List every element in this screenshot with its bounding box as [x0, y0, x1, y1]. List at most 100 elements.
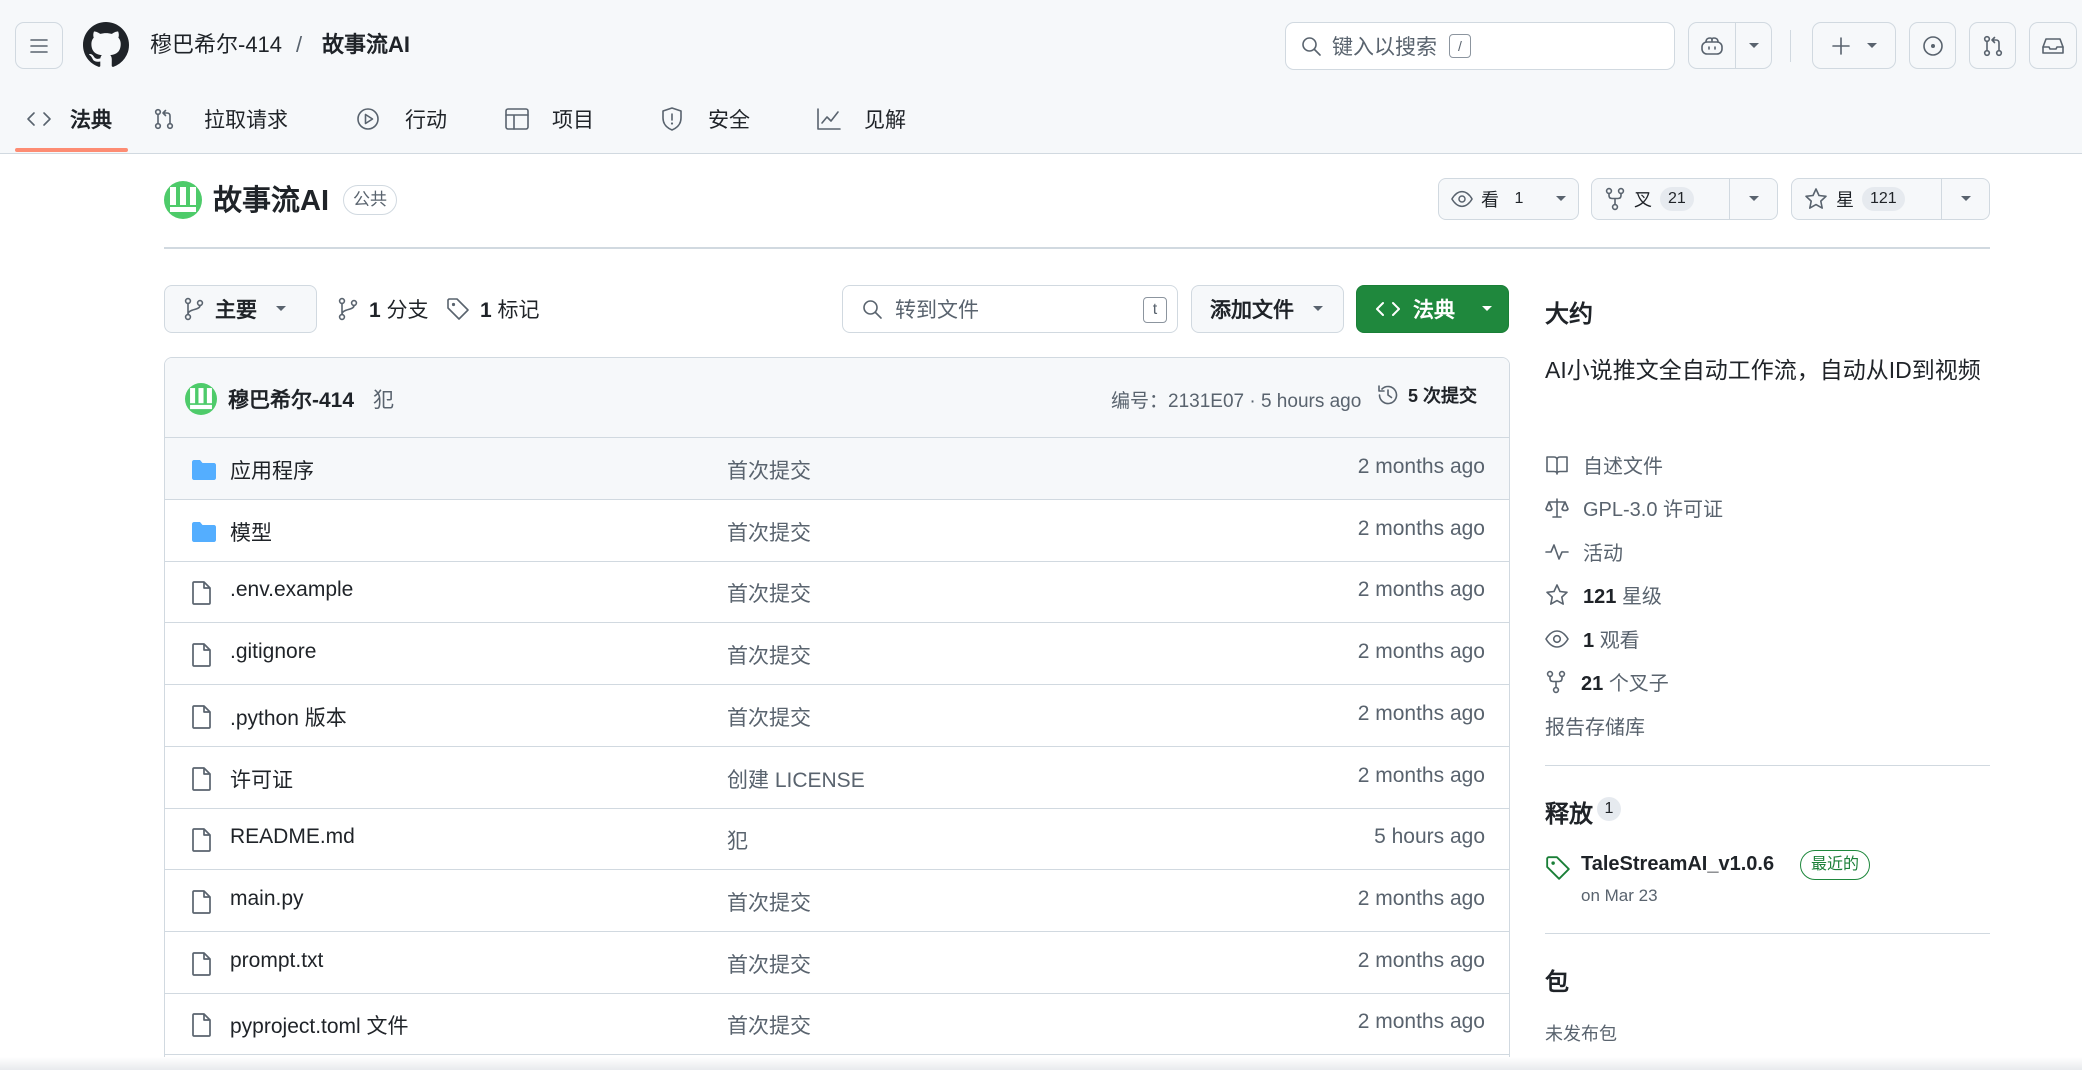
watch-button[interactable]: 看 1	[1438, 178, 1579, 220]
commit-author-avatar[interactable]	[185, 383, 217, 415]
search-icon	[1302, 37, 1321, 56]
file-commit-age: 2 months ago	[1357, 578, 1485, 602]
file-name[interactable]: .python 版本	[230, 702, 347, 732]
global-search-input[interactable]: 键入以搜索 /	[1285, 22, 1675, 70]
readme-link[interactable]: 自述文件	[1545, 450, 1663, 479]
code-button[interactable]: 法典	[1356, 285, 1509, 333]
copilot-button[interactable]	[1688, 22, 1772, 69]
branch-selector[interactable]: 主要	[164, 285, 317, 333]
latest-commit-bar: 穆巴希尔-414 犯 编号：2131E07 · 5 hours ago 5 次提…	[165, 358, 1509, 438]
report-repository-link[interactable]: 报告存储库	[1545, 711, 1645, 740]
file-commit-message[interactable]: 首次提交	[727, 640, 811, 670]
file-row[interactable]: 应用程序 首次提交 2 months ago	[165, 438, 1509, 500]
go-to-file-input[interactable]: 转到文件 t	[842, 285, 1178, 333]
inbox-button[interactable]	[2029, 22, 2077, 69]
file-row[interactable]: .env.example 首次提交 2 months ago	[165, 561, 1509, 624]
branch-icon	[338, 297, 358, 321]
file-name[interactable]: .gitignore	[230, 640, 316, 664]
tags-link[interactable]: 1 标记	[446, 294, 540, 324]
file-name[interactable]: pyproject.toml 文件	[230, 1010, 409, 1040]
file-row[interactable]: README.md 犯 5 hours ago	[165, 808, 1509, 871]
activity-link[interactable]: 活动	[1545, 537, 1623, 566]
header-divider	[1790, 30, 1791, 62]
fork-dropdown[interactable]	[1729, 179, 1777, 219]
star-button[interactable]: 星 121	[1791, 178, 1990, 220]
file-name[interactable]: main.py	[230, 887, 304, 911]
global-header: 穆巴希尔-414 / 故事流AI 键入以搜索 / 法典 拉取请求 行动 项目 安…	[0, 0, 2082, 154]
tab-insights[interactable]: 见解	[816, 100, 906, 138]
forks-link[interactable]: 21 个叉子	[1545, 667, 1669, 696]
license-link[interactable]: GPL-3.0 许可证	[1545, 493, 1723, 522]
tab-label: 安全	[708, 109, 750, 132]
file-name[interactable]: 模型	[230, 517, 272, 547]
file-icon	[191, 1012, 213, 1038]
tab-actions[interactable]: 行动	[355, 100, 447, 138]
file-commit-message[interactable]: 首次提交	[727, 949, 811, 979]
menu-button[interactable]	[15, 22, 63, 69]
caret-down-icon	[1960, 196, 1971, 201]
code-icon	[1376, 302, 1400, 316]
file-commit-message[interactable]: 首次提交	[727, 517, 811, 547]
tab-projects[interactable]: 项目	[504, 100, 594, 138]
file-row[interactable]: .python 版本 首次提交 2 months ago	[165, 685, 1509, 747]
tab-code[interactable]: 法典	[26, 100, 112, 138]
commits-count-label: 5 次提交	[1408, 386, 1478, 406]
file-name[interactable]: .env.example	[230, 578, 353, 602]
file-name[interactable]: README.md	[230, 825, 355, 849]
file-row[interactable]: prompt.txt 首次提交 2 months ago	[165, 932, 1509, 994]
releases-heading[interactable]: 释放	[1545, 794, 1593, 829]
caret-down-icon	[1867, 42, 1877, 48]
file-commit-message[interactable]: 犯	[727, 825, 748, 855]
file-row[interactable]: main.py 首次提交 2 months ago	[165, 870, 1509, 932]
github-logo-icon[interactable]	[83, 22, 129, 68]
plus-icon	[1832, 36, 1850, 55]
owner-breadcrumb[interactable]: 穆巴希尔-414	[150, 30, 282, 60]
commit-message[interactable]: 犯	[373, 384, 394, 414]
fork-icon	[1605, 187, 1625, 211]
branch-icon	[184, 297, 204, 321]
star-label: 星	[1836, 190, 1854, 210]
repo-breadcrumb[interactable]: 故事流AI	[322, 30, 410, 60]
file-commit-message[interactable]: 首次提交	[727, 887, 811, 917]
stars-link[interactable]: 121 星级	[1545, 580, 1662, 609]
copilot-dropdown[interactable]	[1735, 23, 1771, 68]
file-row[interactable]: .gitignore 首次提交 2 months ago	[165, 623, 1509, 686]
file-name[interactable]: prompt.txt	[230, 949, 323, 973]
stars-count: 121	[1583, 586, 1617, 608]
go-to-file-shortcut: t	[1143, 297, 1167, 323]
commits-link[interactable]: 5 次提交	[1376, 382, 1477, 408]
file-commit-message[interactable]: 创建 LICENSE	[727, 764, 865, 794]
file-name[interactable]: 应用程序	[230, 455, 314, 485]
file-row[interactable]: 许可证 创建 LICENSE 2 months ago	[165, 747, 1509, 809]
file-commit-message[interactable]: 首次提交	[727, 455, 811, 485]
file-commit-message[interactable]: 首次提交	[727, 578, 811, 608]
star-dropdown[interactable]	[1941, 179, 1989, 219]
create-new-button[interactable]	[1812, 22, 1896, 69]
file-commit-message[interactable]: 首次提交	[727, 702, 811, 732]
file-name[interactable]: 许可证	[230, 764, 293, 794]
tab-pull-requests[interactable]: 拉取请求	[152, 100, 288, 138]
file-commit-message[interactable]: 首次提交	[727, 1010, 811, 1040]
branches-link[interactable]: 1 分支	[337, 294, 429, 324]
release-name[interactable]: TaleStreamAI_v1.0.6	[1581, 853, 1774, 876]
pull-request-icon	[154, 108, 174, 130]
packages-heading[interactable]: 包	[1545, 962, 1569, 997]
watchers-link[interactable]: 1 观看	[1545, 624, 1640, 653]
watch-count: 1	[1514, 190, 1524, 207]
commit-author[interactable]: 穆巴希尔-414	[228, 384, 354, 414]
pull-requests-button[interactable]	[1969, 22, 2016, 69]
fork-button[interactable]: 叉 21	[1591, 178, 1778, 220]
add-file-button[interactable]: 添加文件	[1191, 285, 1344, 333]
repo-owner-avatar[interactable]	[164, 181, 202, 219]
repo-title[interactable]: 故事流AI	[213, 182, 329, 220]
inbox-icon	[2042, 37, 2064, 54]
file-row[interactable]: 模型 首次提交 2 months ago	[165, 500, 1509, 562]
file-row[interactable]: pyproject.toml 文件 首次提交 2 months ago	[165, 993, 1509, 1056]
caret-down-icon	[1555, 196, 1566, 201]
commit-meta[interactable]: 编号：2131E07 · 5 hours ago	[1111, 386, 1361, 413]
watch-dropdown[interactable]	[1543, 179, 1578, 219]
issues-button[interactable]	[1909, 22, 1956, 69]
tags-count: 1	[480, 299, 492, 322]
tab-security[interactable]: 安全	[660, 100, 750, 138]
history-icon	[1378, 385, 1398, 405]
